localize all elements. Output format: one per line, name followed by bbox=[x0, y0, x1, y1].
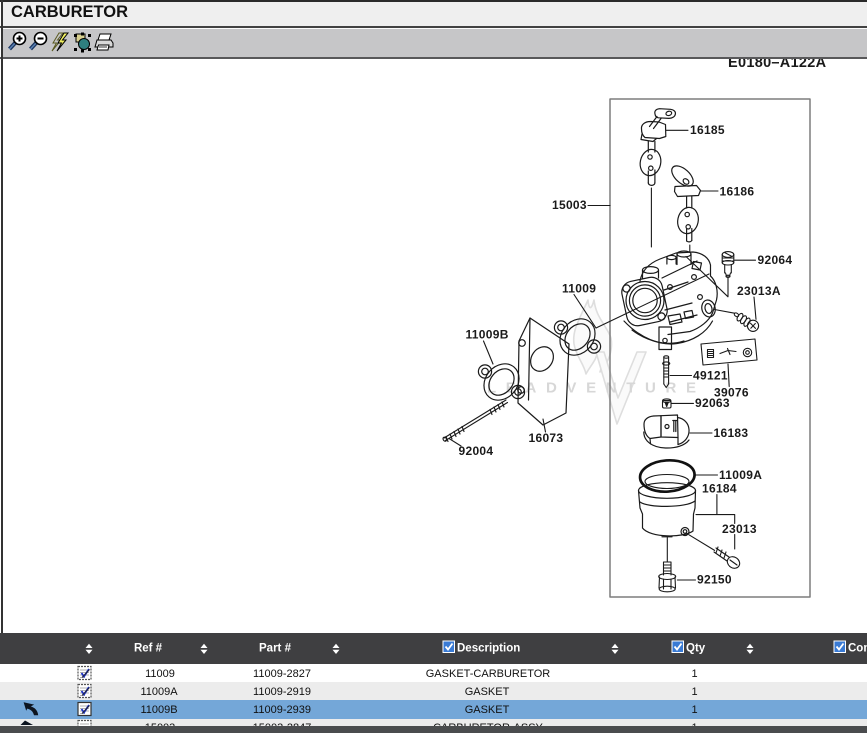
svg-text:16073: 16073 bbox=[529, 431, 564, 445]
svg-text:Qty: Qty bbox=[686, 643, 706, 655]
svg-text:92064: 92064 bbox=[758, 253, 793, 267]
svg-text:GASKET-CARBURETOR: GASKET-CARBURETOR bbox=[426, 668, 551, 680]
svg-text:Description: Description bbox=[457, 643, 520, 655]
svg-text:11009A: 11009A bbox=[140, 686, 178, 698]
svg-text:11009A: 11009A bbox=[719, 468, 762, 482]
svg-text:GASKET: GASKET bbox=[465, 686, 510, 698]
svg-text:23013A: 23013A bbox=[737, 284, 781, 298]
svg-text:16184: 16184 bbox=[702, 482, 737, 496]
svg-text:LEADVENTURE: LEADVENTURE bbox=[487, 380, 705, 397]
svg-text:11009-2919: 11009-2919 bbox=[253, 686, 311, 698]
svg-text:Part #: Part # bbox=[259, 643, 292, 655]
svg-text:1: 1 bbox=[691, 686, 697, 698]
svg-text:1: 1 bbox=[691, 668, 697, 680]
svg-text:GASKET: GASKET bbox=[465, 704, 510, 716]
svg-text:16186: 16186 bbox=[720, 185, 755, 199]
svg-text:23013: 23013 bbox=[722, 522, 757, 536]
svg-text:49121: 49121 bbox=[693, 369, 728, 383]
svg-text:11009: 11009 bbox=[562, 282, 596, 296]
svg-text:92004: 92004 bbox=[459, 444, 494, 458]
svg-text:92063: 92063 bbox=[695, 396, 730, 410]
svg-text:15003: 15003 bbox=[552, 198, 587, 212]
svg-text:11009B: 11009B bbox=[466, 328, 509, 342]
svg-text:11009: 11009 bbox=[145, 668, 175, 680]
svg-text:16185: 16185 bbox=[690, 123, 725, 137]
svg-text:11009B: 11009B bbox=[140, 704, 177, 716]
svg-text:16183: 16183 bbox=[714, 426, 749, 440]
svg-text:11009-2827: 11009-2827 bbox=[253, 668, 311, 680]
svg-text:Com: Com bbox=[848, 643, 867, 655]
svg-text:Ref #: Ref # bbox=[134, 643, 163, 655]
svg-text:92150: 92150 bbox=[697, 573, 732, 587]
svg-text:1: 1 bbox=[691, 704, 697, 716]
svg-text:11009-2939: 11009-2939 bbox=[253, 704, 311, 716]
